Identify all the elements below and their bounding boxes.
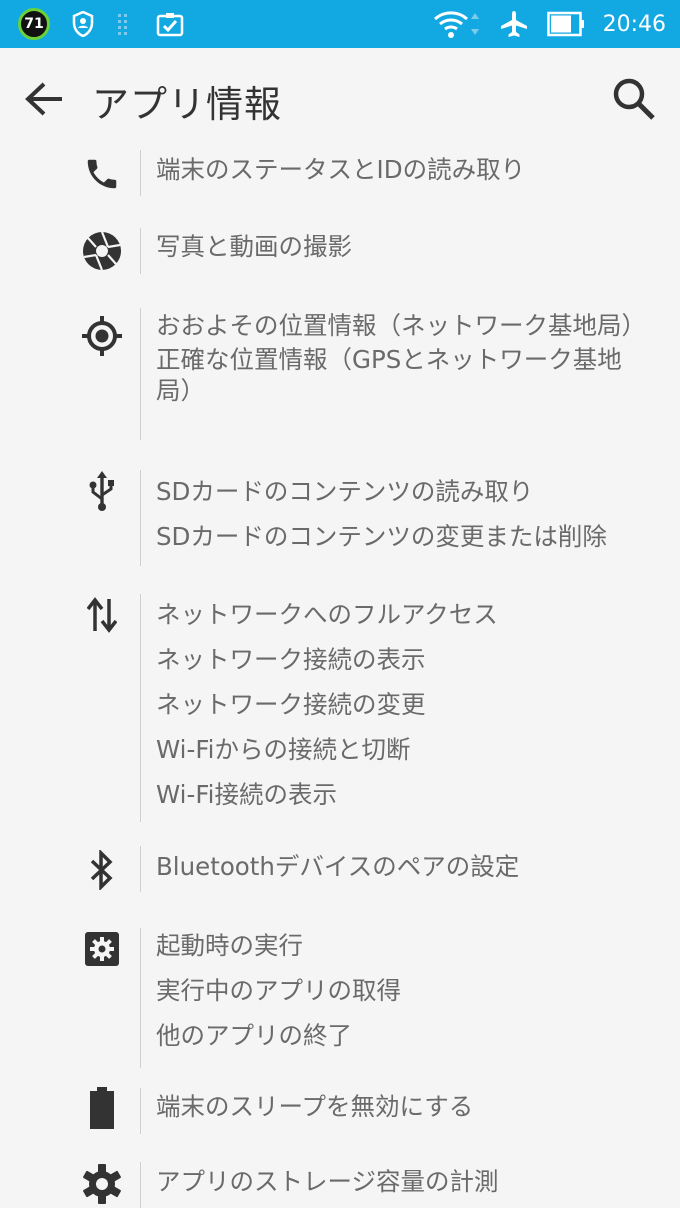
permission-item: Wi-Fiからの接続と切断 xyxy=(156,735,411,764)
permission-item: ネットワーク接続の変更 xyxy=(156,690,426,719)
permission-group-network: ネットワークへのフルアクセス ネットワーク接続の表示 ネットワーク接続の変更 W… xyxy=(0,584,680,840)
permission-item: 実行中のアプリの取得 xyxy=(156,976,401,1005)
page-title: アプリ情報 xyxy=(92,83,282,126)
permission-item: Bluetoothデバイスのペアの設定 xyxy=(156,852,520,881)
location-target-icon xyxy=(72,306,132,366)
status-bar: 71 20:46 xyxy=(0,0,680,48)
permission-group-storage: SDカードのコンテンツの読み取り SDカードのコンテンツの変更または削除 xyxy=(0,460,680,584)
permission-item: おおよその位置情報（ネットワーク基地局） xyxy=(156,311,646,340)
permission-item: 正確な位置情報（GPSとネットワーク基地局） xyxy=(156,345,622,405)
permission-group-body: 起動時の実行 実行中のアプリの取得 他のアプリの終了 xyxy=(140,928,441,1068)
search-icon xyxy=(612,77,656,125)
settings-applications-icon xyxy=(72,928,132,970)
gear-icon xyxy=(72,1158,132,1208)
permission-group-body: ネットワークへのフルアクセス ネットワーク接続の表示 ネットワーク接続の変更 W… xyxy=(140,594,538,822)
airplane-icon xyxy=(499,9,529,39)
permission-item: SDカードのコンテンツの変更または削除 xyxy=(156,522,607,551)
shield-user-icon xyxy=(72,11,94,37)
badge-number: 71 xyxy=(24,16,44,32)
phone-icon xyxy=(72,152,132,196)
permission-group-camera: 写真と動画の撮影 xyxy=(0,226,680,302)
permission-item: 写真と動画の撮影 xyxy=(156,232,352,261)
clock: 20:46 xyxy=(602,11,666,37)
battery-full-icon xyxy=(72,1082,132,1134)
permission-item: Wi-Fi接続の表示 xyxy=(156,780,337,809)
permission-group-bluetooth: Bluetoothデバイスのペアの設定 xyxy=(0,840,680,916)
permission-group-phone: 端末のステータスとIDの読み取り xyxy=(0,148,680,226)
app-bar: アプリ情報 xyxy=(0,48,680,154)
permission-item: 起動時の実行 xyxy=(156,931,303,960)
permission-group-body: SDカードのコンテンツの読み取り SDカードのコンテンツの変更または削除 xyxy=(140,470,647,566)
permission-item: ネットワーク接続の表示 xyxy=(156,645,426,674)
permission-group-body: Bluetoothデバイスのペアの設定 xyxy=(140,846,559,892)
back-button[interactable] xyxy=(0,48,92,154)
data-transfer-arrows-icon xyxy=(72,594,132,636)
battery-saver-badge-icon: 71 xyxy=(18,8,50,40)
permission-group-power: 端末のスリープを無効にする xyxy=(0,1082,680,1158)
permission-item: 他のアプリの終了 xyxy=(156,1021,352,1050)
battery-icon xyxy=(546,11,585,37)
permission-group-storage-stats: アプリのストレージ容量の計測 xyxy=(0,1158,680,1208)
dotted-grid-icon xyxy=(116,12,134,36)
search-button[interactable] xyxy=(588,48,680,154)
arrow-back-icon xyxy=(24,81,64,121)
permission-item: 端末のステータスとIDの読み取り xyxy=(156,155,526,184)
permission-group-apps: 起動時の実行 実行中のアプリの取得 他のアプリの終了 xyxy=(0,916,680,1082)
clipboard-check-icon xyxy=(156,11,184,37)
wifi-icon xyxy=(433,9,481,39)
permission-group-body: 端末のステータスとIDの読み取り xyxy=(140,150,565,196)
permission-item: ネットワークへのフルアクセス xyxy=(156,600,498,629)
permission-group-body: 端末のスリープを無効にする xyxy=(140,1088,513,1134)
permission-group-body: おおよその位置情報（ネットワーク基地局） 正確な位置情報（GPSとネットワーク基… xyxy=(140,308,680,440)
permission-item: アプリのストレージ容量の計測 xyxy=(156,1167,499,1196)
permission-group-body: 写真と動画の撮影 xyxy=(140,228,392,274)
usb-icon xyxy=(72,468,132,514)
camera-shutter-icon xyxy=(72,226,132,276)
permission-item: SDカードのコンテンツの読み取り xyxy=(156,477,534,506)
permission-group-location: おおよその位置情報（ネットワーク基地局） 正確な位置情報（GPSとネットワーク基… xyxy=(0,302,680,460)
bluetooth-icon xyxy=(72,846,132,894)
permission-list: 端末のステータスとIDの読み取り 写真と動画の撮影 おおよその位置情報（ネットワ… xyxy=(0,148,680,1208)
permission-item: 端末のスリープを無効にする xyxy=(156,1092,474,1121)
permission-group-body: アプリのストレージ容量の計測 xyxy=(140,1162,539,1208)
